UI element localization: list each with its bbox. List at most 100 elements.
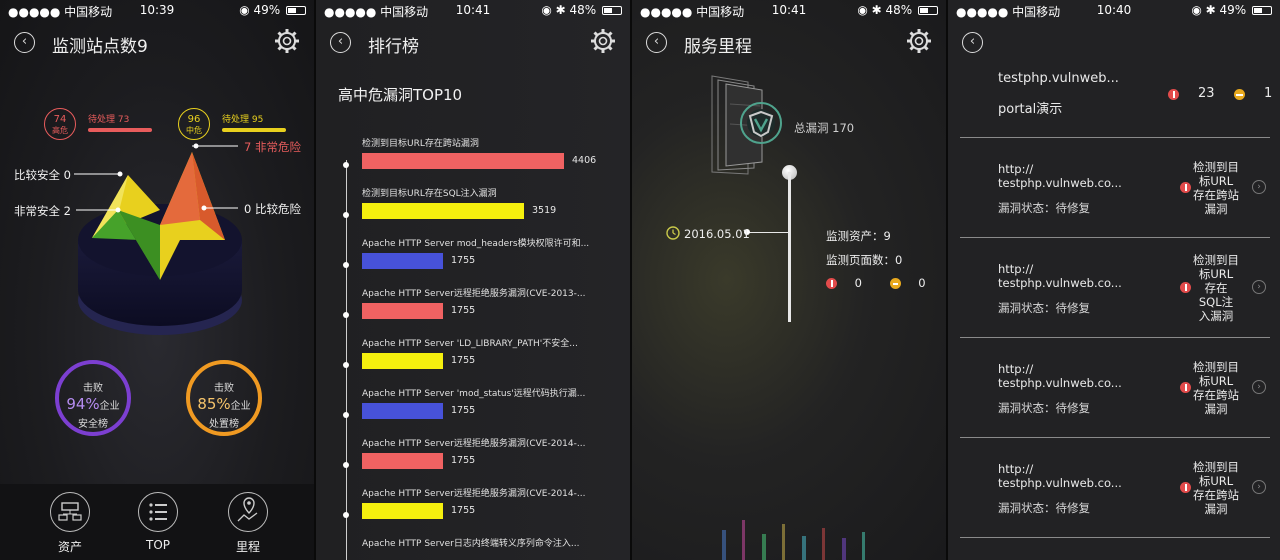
high-severity-icon bbox=[1168, 89, 1179, 100]
battery-percent: 49% bbox=[253, 3, 281, 17]
tab-milestones[interactable]: 里程 bbox=[218, 492, 278, 555]
back-button[interactable]: ‹ bbox=[646, 32, 667, 53]
chevron-right-icon[interactable]: › bbox=[1252, 380, 1266, 394]
url-line-1: http:// bbox=[998, 262, 1034, 276]
vulnerability-name-line: 检测到目 bbox=[1193, 460, 1239, 474]
chevron-right-icon[interactable]: › bbox=[1252, 480, 1266, 494]
tab-bar: 资产 TOP 里程 bbox=[0, 484, 314, 560]
lock-icon: ◉ ✱ bbox=[857, 3, 882, 17]
gear-icon[interactable] bbox=[590, 28, 616, 54]
map-pin-icon bbox=[228, 492, 268, 532]
url-line-1: http:// bbox=[998, 462, 1034, 476]
vulnerability-row[interactable]: http://testphp.vulnweb.co... 漏洞状态：待修复 › 检测到… bbox=[960, 138, 1270, 238]
vulnerability-state: 漏洞状态：待修复 bbox=[998, 501, 1090, 515]
status-bar: ●●●●● 中国移动 10:39 ◉ 49% bbox=[0, 0, 314, 20]
page-title: 服务里程 bbox=[684, 37, 752, 57]
back-button[interactable]: ‹ bbox=[14, 32, 35, 53]
vulnerability-name: 检测到目 标URL 存在跨站 漏洞 bbox=[1192, 360, 1240, 416]
ranking-item[interactable]: Apache HTTP Server远程拒绝服务漏洞(CVE-2013-... 1… bbox=[342, 286, 622, 336]
glow-bars-decoration bbox=[722, 520, 865, 560]
clock-icon bbox=[666, 226, 680, 240]
timeline-branch-line bbox=[746, 232, 789, 233]
high-severity-icon bbox=[826, 278, 837, 289]
ranking-item-name: 检测到目标URL存在跨站漏洞 bbox=[362, 139, 479, 149]
ring-right-suffix: 企业 bbox=[230, 401, 251, 412]
screen-service-milestone: ●●●●● 中国移动 10:41 ◉ ✱ 48% ‹ 服务里程 总漏洞 170 … bbox=[632, 0, 946, 560]
ranking-value: 1755 bbox=[451, 405, 476, 416]
high-pending-label: 待处理 73 bbox=[88, 115, 130, 125]
ranking-item-name: Apache HTTP Server远程拒绝服务漏洞(CVE-2013-... bbox=[362, 289, 586, 299]
vulnerability-url: http://testphp.vulnweb.co... bbox=[998, 462, 1122, 490]
screen-vulnerability-list: ●●●●● 中国移动 10:40 ◉ ✱ 49% ‹ testphp.vulnw… bbox=[948, 0, 1280, 560]
ranking-item[interactable]: Apache HTTP Server日志内终端转义序列命令注入... bbox=[342, 536, 622, 560]
battery-percent: 48% bbox=[885, 3, 913, 17]
ranking-item[interactable]: 检测到目标URL存在跨站漏洞 4406 bbox=[342, 136, 622, 186]
vulnerability-state: 漏洞状态：待修复 bbox=[998, 401, 1090, 415]
site-summary-row[interactable]: testphp.vulnweb... portal演示 23 1 bbox=[960, 60, 1272, 138]
back-button[interactable]: ‹ bbox=[330, 32, 351, 53]
vulnerability-url: http://testphp.vulnweb.co... bbox=[998, 362, 1122, 390]
vulnerability-row[interactable]: http://testphp.vulnweb.co... 漏洞状态：待修复 › 检测到… bbox=[960, 238, 1270, 338]
vulnerability-name-line: 检测到目 bbox=[1193, 360, 1239, 374]
ranking-item-name: Apache HTTP Server mod_headers模块权限许可和... bbox=[362, 239, 590, 249]
lock-icon: ◉ bbox=[239, 3, 250, 17]
ranking-item[interactable]: Apache HTTP Server 'mod_status'远程代码执行漏..… bbox=[342, 386, 622, 436]
ranking-item-name: Apache HTTP Server 'LD_LIBRARY_PATH'不安全.… bbox=[362, 339, 578, 349]
gear-icon[interactable] bbox=[906, 28, 932, 54]
vulnerability-name-line: 漏洞 bbox=[1204, 402, 1228, 416]
vulnerability-name: 检测到目 标URL 存在跨站 漏洞 bbox=[1192, 160, 1240, 216]
ranking-bar bbox=[362, 403, 443, 419]
gear-icon[interactable] bbox=[274, 28, 300, 54]
handling-rank-ring[interactable]: 击败 85%企业 处置榜 bbox=[186, 360, 262, 436]
ranking-value: 3519 bbox=[532, 205, 557, 216]
label-very-safe: 非常安全 2 bbox=[14, 204, 71, 218]
vulnerability-name-line: 入漏洞 bbox=[1198, 309, 1234, 323]
site-name: testphp.vulnweb... bbox=[998, 71, 1119, 86]
vulnerability-name-line: 存在跨站 bbox=[1193, 488, 1239, 502]
medium-risk-count: 96 bbox=[187, 114, 201, 125]
ranking-value: 1755 bbox=[451, 255, 476, 266]
tab-milestones-label: 里程 bbox=[235, 540, 260, 554]
status-bar: ●●●●● 中国移动 10:40 ◉ ✱ 49% bbox=[948, 0, 1280, 20]
battery-indicator: ◉ ✱ 49% bbox=[1191, 3, 1272, 17]
timeline-dot bbox=[343, 362, 349, 368]
ring-left-suffix: 企业 bbox=[99, 401, 120, 412]
timeline-dot bbox=[343, 212, 349, 218]
screen-monitor-overview: ●●●●● 中国移动 10:39 ◉ 49% ‹ 监测站点数9 74 高危 待处… bbox=[0, 0, 314, 560]
vulnerability-name-line: 标URL bbox=[1198, 374, 1234, 388]
chevron-right-icon[interactable]: › bbox=[1252, 180, 1266, 194]
label-relatively-safe: 比较安全 0 bbox=[14, 168, 71, 182]
high-severity-count: 23 bbox=[1198, 86, 1215, 101]
back-button[interactable]: ‹ bbox=[962, 32, 983, 53]
timeline-dot bbox=[343, 512, 349, 518]
timeline-dot bbox=[343, 412, 349, 418]
vulnerability-name-line: 存在跨站 bbox=[1193, 388, 1239, 402]
battery-indicator: ◉ ✱ 48% bbox=[857, 3, 938, 17]
vulnerability-name: 检测到目 标URL 存在 SQL注 入漏洞 bbox=[1192, 253, 1240, 323]
vulnerability-name-line: 漏洞 bbox=[1204, 502, 1228, 516]
nav-bar: ‹ 排行榜 bbox=[316, 26, 630, 60]
page-title: 监测站点数9 bbox=[52, 37, 148, 57]
battery-icon bbox=[918, 6, 938, 15]
ring-left-percent: 94% bbox=[66, 395, 100, 413]
tab-assets[interactable]: 资产 bbox=[40, 492, 100, 555]
lock-icon: ◉ ✱ bbox=[1191, 3, 1216, 17]
ranking-item[interactable]: 检测到目标URL存在SQL注入漏洞 3519 bbox=[342, 186, 622, 236]
high-risk-count: 74 bbox=[53, 114, 67, 125]
ranking-item[interactable]: Apache HTTP Server 'LD_LIBRARY_PATH'不安全.… bbox=[342, 336, 622, 386]
url-line-2: testphp.vulnweb.co... bbox=[998, 476, 1122, 490]
vulnerability-row[interactable]: http://testphp.vulnweb.co... 漏洞状态：待修复 › 检测到… bbox=[960, 338, 1270, 438]
ring-right-percent-row: 85%企业 bbox=[190, 395, 258, 413]
tab-top[interactable]: TOP bbox=[128, 492, 188, 552]
vulnerability-row[interactable]: http://testphp.vulnweb.co... 漏洞状态：待修复 › 检测到… bbox=[960, 438, 1270, 538]
battery-percent: 49% bbox=[1219, 3, 1247, 17]
ring-left-bottom: 安全榜 bbox=[78, 419, 108, 430]
monitored-pages: 监测页面数：0 bbox=[826, 253, 903, 267]
ranking-item[interactable]: Apache HTTP Server远程拒绝服务漏洞(CVE-2014-... 1… bbox=[342, 436, 622, 486]
timeline-dot bbox=[343, 262, 349, 268]
ranking-item[interactable]: Apache HTTP Server远程拒绝服务漏洞(CVE-2014-... 1… bbox=[342, 486, 622, 536]
security-rank-ring[interactable]: 击败 94%企业 安全榜 bbox=[55, 360, 131, 436]
ranking-item[interactable]: Apache HTTP Server mod_headers模块权限许可和...… bbox=[342, 236, 622, 286]
chevron-right-icon[interactable]: › bbox=[1252, 280, 1266, 294]
ring-right-top: 击败 bbox=[214, 383, 234, 394]
